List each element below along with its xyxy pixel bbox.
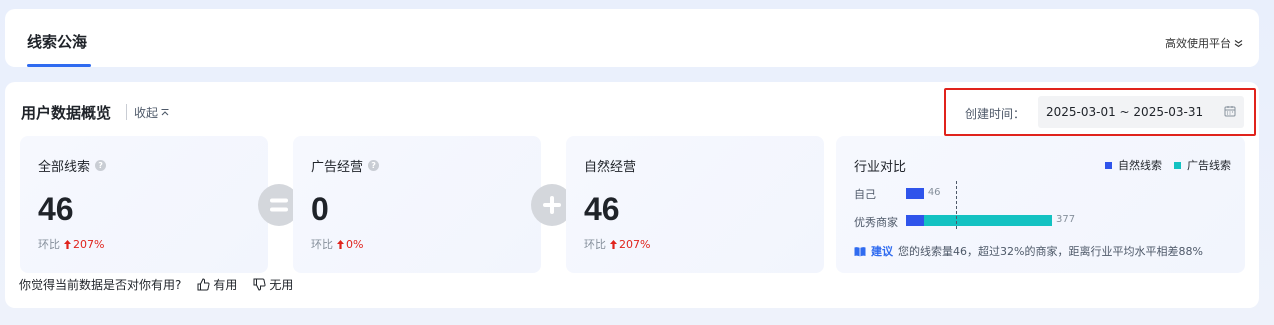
legend-item-ad: 广告线索 <box>1174 157 1231 173</box>
bar-label-top-merchants: 优秀商家 <box>854 216 898 229</box>
calendar-icon[interactable] <box>1224 105 1236 117</box>
stat-value: 0 <box>311 191 329 227</box>
stat-label: 全部线索 ? <box>38 156 107 175</box>
ratio-value: 207% <box>610 238 650 251</box>
stat-label: 广告经营 ? <box>311 156 380 175</box>
date-label: 创建时间： <box>965 107 1026 121</box>
date-range-picker[interactable]: 2025-03-01 ~ 2025-03-31 <box>1038 96 1244 128</box>
stat-label-text: 自然经营 <box>584 160 637 175</box>
stat-ratio: 环比 0% <box>311 236 363 252</box>
bar-top-ad <box>923 215 1052 226</box>
double-chevron-down-icon <box>1234 39 1243 47</box>
industry-title: 行业对比 <box>854 160 907 175</box>
section-title: 用户数据概览 <box>21 104 112 122</box>
useful-label: 有用 <box>213 278 238 292</box>
legend-label: 广告线索 <box>1187 159 1231 172</box>
stat-card-ad-operation: 广告经营 ? 0 环比 0% <box>293 136 541 273</box>
tab-lead-pool[interactable]: 线索公海 <box>27 31 87 52</box>
stat-value: 46 <box>38 191 74 227</box>
industry-comparison-card: 行业对比 自然线索 广告线索 自己 优秀商家 46 377 建议 您的线索量46… <box>836 136 1245 273</box>
stat-ratio: 环比 207% <box>584 236 650 252</box>
ratio-percent: 207% <box>619 237 651 251</box>
suggestion-text: 您的线索量46，超过32%的商家，距离行业平均水平相差88% <box>898 245 1203 258</box>
suggestion: 建议 您的线索量46，超过32%的商家，距离行业平均水平相差88% <box>854 243 1203 259</box>
arrow-up-icon <box>610 239 617 249</box>
useful-button[interactable]: 有用 <box>197 276 237 293</box>
suggestion-tag: 建议 <box>871 245 893 258</box>
collapse-button[interactable]: 收起 <box>134 104 170 121</box>
chevron-up-icon <box>161 108 169 115</box>
thumbs-down-icon <box>253 278 266 291</box>
bar-value-self: 46 <box>927 187 941 198</box>
legend-label: 自然线索 <box>1118 159 1162 172</box>
bar-self-natural <box>906 188 924 199</box>
stat-ratio: 环比 207% <box>38 236 104 252</box>
useless-label: 无用 <box>269 278 294 292</box>
help-icon[interactable]: ? <box>95 160 107 171</box>
stat-label-text: 广告经营 <box>311 160 364 175</box>
ratio-value: 0% <box>337 238 363 251</box>
ratio-value: 207% <box>64 238 104 251</box>
useless-button[interactable]: 无用 <box>253 276 293 293</box>
platform-link-label: 高效使用平台 <box>1165 37 1231 50</box>
legend-swatch-ad <box>1174 161 1181 169</box>
stat-label-text: 全部线索 <box>38 160 91 175</box>
ratio-label: 环比 <box>311 238 333 251</box>
bar-value-top-merchants: 377 <box>1056 214 1076 225</box>
book-icon <box>854 246 866 256</box>
legend-swatch-natural <box>1105 161 1112 169</box>
tab-active-indicator <box>27 64 91 67</box>
arrow-up-icon <box>337 239 344 249</box>
ratio-label: 环比 <box>584 238 606 251</box>
ratio-percent: 207% <box>73 237 105 251</box>
ratio-percent: 0% <box>346 237 364 251</box>
header-card: 线索公海 高效使用平台 <box>5 9 1259 67</box>
bar-top-natural <box>906 215 924 226</box>
arrow-up-icon <box>64 239 71 249</box>
ratio-label: 环比 <box>38 238 60 251</box>
stat-value: 46 <box>584 191 620 227</box>
stat-label: 自然经营 <box>584 156 636 175</box>
feedback-bar: 你觉得当前数据是否对你有用? 有用 无用 <box>19 276 293 293</box>
thumbs-up-icon <box>197 278 210 291</box>
bar-label-self: 自己 <box>854 188 876 201</box>
date-range-value: 2025-03-01 ~ 2025-03-31 <box>1046 105 1204 119</box>
date-filter-highlight: 创建时间： 2025-03-01 ~ 2025-03-31 <box>944 88 1256 136</box>
stat-card-natural-operation: 自然经营 46 环比 207% <box>566 136 824 273</box>
industry-average-line <box>956 181 957 229</box>
efficient-platform-link[interactable]: 高效使用平台 <box>1165 35 1243 51</box>
help-icon[interactable]: ? <box>368 160 380 171</box>
overview-card: 用户数据概览 收起 创建时间： 2025-03-01 ~ 2025-03-31 … <box>5 82 1259 308</box>
legend-item-natural: 自然线索 <box>1105 157 1162 173</box>
stat-card-all-leads: 全部线索 ? 46 环比 207% <box>20 136 268 273</box>
chart-legend: 自然线索 广告线索 <box>1105 157 1231 173</box>
feedback-question: 你觉得当前数据是否对你有用? <box>19 278 182 292</box>
title-divider <box>126 104 127 120</box>
collapse-label: 收起 <box>134 106 159 120</box>
